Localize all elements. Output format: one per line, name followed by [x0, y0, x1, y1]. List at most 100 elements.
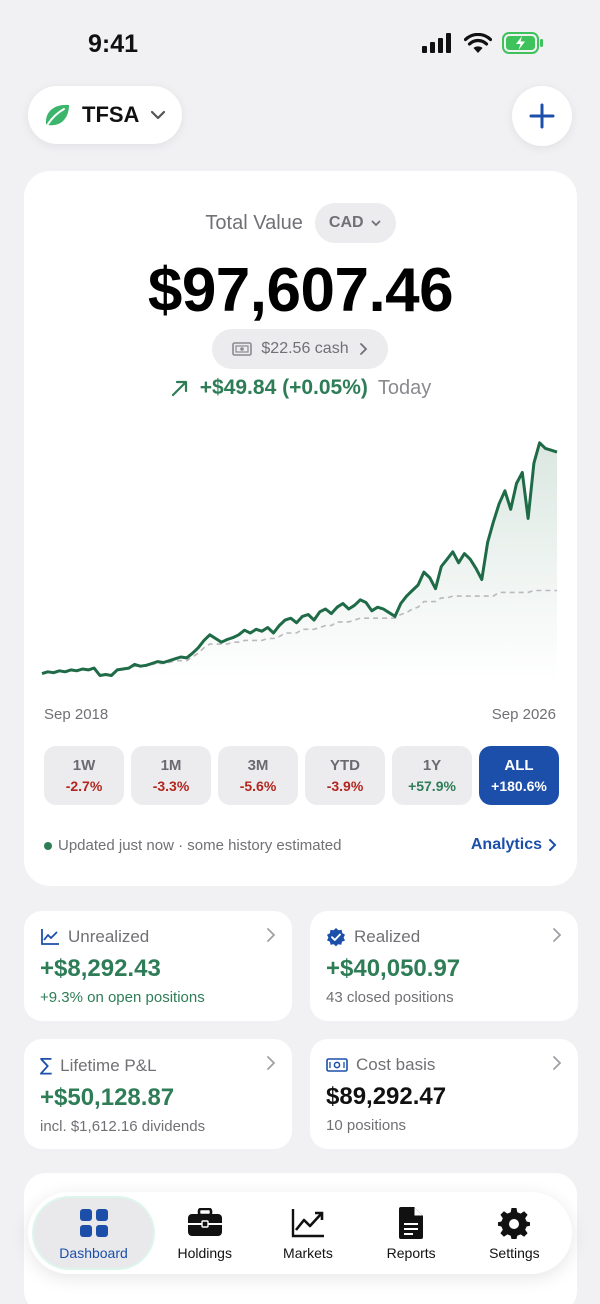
lifetime-label: Lifetime P&L	[60, 1055, 157, 1075]
account-selector[interactable]: TFSA	[28, 86, 182, 144]
status-dot	[44, 841, 52, 850]
sigma-icon: ∑	[40, 1055, 53, 1076]
cash-icon	[232, 342, 253, 356]
status-bar: 9:41	[0, 0, 600, 84]
total-label: Total Value	[205, 211, 303, 234]
tab-label: Reports	[386, 1244, 436, 1261]
portfolio-chart[interactable]	[24, 431, 577, 701]
line-chart-icon	[41, 929, 59, 945]
range-value: +57.9%	[408, 778, 456, 794]
chevron-right-icon	[553, 1056, 562, 1070]
arrow-up-right-icon	[171, 380, 187, 397]
status-icons	[422, 32, 544, 54]
total-row: Total Value CAD	[24, 203, 577, 243]
updated-status: Updated just now · some history estimate…	[44, 837, 341, 854]
range-value: -5.6%	[239, 778, 277, 794]
document-icon	[397, 1206, 425, 1240]
range-value: +180.6%	[491, 778, 547, 794]
realized-value: +$40,050.97	[326, 955, 461, 982]
tab-label: Settings	[489, 1244, 540, 1261]
today-change-row: +$49.84 (+0.05%) Today	[24, 376, 577, 400]
wifi-icon	[464, 32, 492, 53]
cost-basis-card[interactable]: Cost basis $89,292.47 10 positions	[310, 1039, 578, 1149]
currency-selector[interactable]: CAD	[314, 203, 396, 243]
lifetime-header: ∑ Lifetime P&L	[40, 1055, 276, 1076]
unrealized-header: Unrealized	[40, 927, 276, 947]
chevron-down-icon	[151, 110, 166, 120]
total-value: $97,607.46	[147, 256, 454, 325]
today-change: +$49.84 (+0.05%)	[199, 376, 368, 399]
leaf-icon	[45, 104, 69, 126]
today-label: Today	[377, 376, 432, 399]
range-label: YTD	[330, 757, 360, 774]
chevron-right-icon	[267, 1056, 276, 1070]
range-button-ytd[interactable]: YTD -3.9%	[305, 746, 385, 805]
cost-basis-header: Cost basis	[326, 1055, 562, 1075]
tab-bar: Dashboard Holdings Markets Reports Settings	[28, 1192, 572, 1274]
verified-badge-icon	[327, 928, 345, 947]
tab-settings[interactable]: Settings	[463, 1198, 566, 1268]
chart-area-fill	[42, 442, 557, 681]
briefcase-icon	[187, 1206, 223, 1240]
trend-chart-icon	[291, 1206, 325, 1240]
tab-dashboard[interactable]: Dashboard	[34, 1198, 154, 1268]
tab-label: Dashboard	[59, 1244, 128, 1261]
chevron-right-icon	[553, 928, 562, 942]
chevron-right-icon	[267, 928, 276, 942]
status-time: 9:41	[88, 30, 139, 58]
gear-icon	[498, 1206, 531, 1240]
range-value: -3.3%	[152, 778, 190, 794]
range-selector: 1W -2.7% 1M -3.3% 3M -5.6% YTD -3.9% 1Y +57.9% ALL…	[44, 746, 559, 805]
range-button-1y[interactable]: 1Y +57.9%	[392, 746, 472, 805]
range-label: 1Y	[422, 757, 442, 774]
range-label: ALL	[504, 757, 534, 774]
range-value: -3.9%	[326, 778, 364, 794]
unrealized-sub: +9.3% on open positions	[40, 989, 205, 1006]
plus-icon	[529, 103, 555, 129]
lifetime-sub: incl. $1,612.16 dividends	[40, 1118, 206, 1135]
realized-label: Realized	[354, 927, 421, 946]
realized-sub: 43 closed positions	[326, 989, 454, 1006]
banknote-icon	[326, 1058, 348, 1072]
unrealized-value: +$8,292.43	[40, 955, 161, 982]
battery-icon	[502, 32, 543, 54]
tab-markets[interactable]: Markets	[256, 1198, 359, 1268]
analytics-label: Analytics	[470, 836, 542, 853]
chevron-right-icon	[549, 839, 557, 851]
range-button-all[interactable]: ALL +180.6%	[479, 746, 559, 805]
signal-icon	[422, 33, 451, 53]
account-name: TFSA	[82, 102, 140, 127]
cash-label: $22.56 cash	[261, 340, 349, 357]
unrealized-label: Unrealized	[68, 927, 150, 946]
grid-icon	[79, 1206, 109, 1240]
tab-reports[interactable]: Reports	[360, 1198, 463, 1268]
updated-text: Updated just now · some history estimate…	[58, 837, 342, 854]
tab-label: Holdings	[177, 1244, 232, 1261]
cost-basis-sub: 10 positions	[326, 1117, 407, 1134]
range-label: 3M	[247, 757, 269, 774]
realized-card[interactable]: Realized +$40,050.97 43 closed positions	[310, 911, 578, 1021]
unrealized-card[interactable]: Unrealized +$8,292.43 +9.3% on open posi…	[24, 911, 292, 1021]
analytics-link[interactable]: Analytics	[471, 836, 557, 854]
portfolio-card: Total Value CAD $97,607.46 $22.56 cash +…	[24, 171, 577, 886]
cost-basis-value: $89,292.47	[326, 1083, 447, 1110]
range-button-1w[interactable]: 1W -2.7%	[44, 746, 124, 805]
chart-end-date: Sep 2026	[491, 706, 556, 723]
lifetime-pnl-card[interactable]: ∑ Lifetime P&L +$50,128.87 incl. $1,612.…	[24, 1039, 292, 1149]
range-button-3m[interactable]: 3M -5.6%	[218, 746, 298, 805]
cost-basis-label: Cost basis	[356, 1055, 436, 1074]
chevron-down-icon	[371, 220, 380, 227]
lifetime-value: +$50,128.87	[40, 1084, 175, 1111]
range-label: 1W	[72, 757, 96, 774]
tab-holdings[interactable]: Holdings	[153, 1198, 256, 1268]
range-button-1m[interactable]: 1M -3.3%	[131, 746, 211, 805]
chevron-right-icon	[359, 343, 367, 355]
add-button[interactable]	[512, 86, 572, 146]
realized-header: Realized	[326, 927, 562, 947]
range-label: 1M	[160, 757, 182, 774]
cash-button[interactable]: $22.56 cash	[212, 329, 388, 369]
range-value: -2.7%	[65, 778, 103, 794]
chart-start-date: Sep 2018	[44, 706, 109, 723]
tab-label: Markets	[283, 1244, 333, 1261]
currency-label: CAD	[328, 214, 364, 231]
